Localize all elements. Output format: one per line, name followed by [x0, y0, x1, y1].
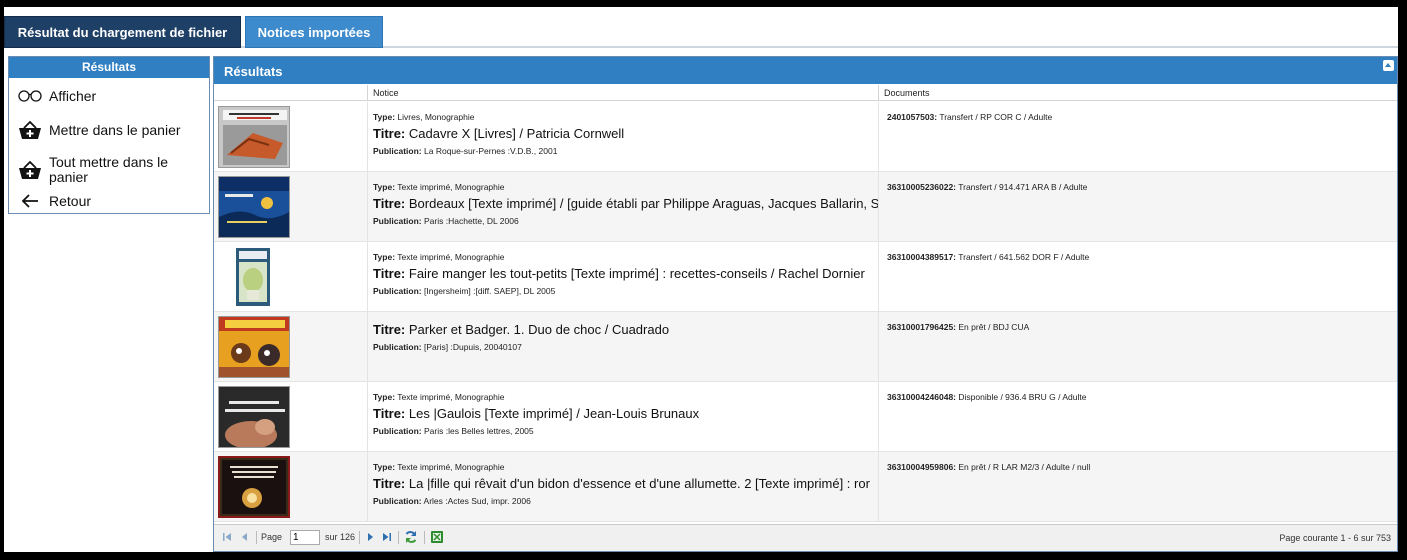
- export-excel-icon[interactable]: [430, 530, 444, 546]
- action-mettre-panier-label: Mettre dans le panier: [49, 121, 181, 138]
- toolbar-separator: [359, 531, 360, 544]
- cover-cell: [214, 242, 368, 312]
- results-grid: Type: Livres, Monographie Titre: Cadavre…: [214, 102, 1397, 524]
- basket-add-icon: [17, 120, 43, 140]
- action-retour[interactable]: Retour: [9, 191, 209, 211]
- book-cover-image: [218, 176, 290, 238]
- cover-cell: [214, 102, 368, 172]
- notice-cell: Type: Texte imprimé, Monographie Titre: …: [369, 242, 879, 312]
- results-title: Résultats: [224, 64, 283, 79]
- cover-cell: [214, 172, 368, 242]
- notice-type: Type: Texte imprimé, Monographie: [373, 252, 505, 262]
- notice-cell: Type: Texte imprimé, Monographie Titre: …: [369, 172, 879, 242]
- actions-panel-header: Résultats: [9, 57, 209, 78]
- notice-title: Titre: Bordeaux [Texte imprimé] / [guide…: [373, 196, 879, 211]
- notice-publication: Publication: Arles :Actes Sud, impr. 200…: [373, 496, 531, 506]
- notice-type: Type: Texte imprimé, Monographie: [373, 462, 505, 472]
- action-retour-label: Retour: [49, 192, 92, 209]
- notice-publication: Publication: Paris :les Belles lettres, …: [373, 426, 534, 436]
- notice-title: Titre: Cadavre X [Livres] / Patricia Cor…: [373, 126, 625, 141]
- notice-type: Type: Texte imprimé, Monographie: [373, 182, 505, 192]
- toolbar-separator: [256, 531, 257, 544]
- arrow-left-icon: [17, 193, 43, 209]
- notice-title: Titre: Les |Gaulois [Texte imprimé] / Je…: [373, 406, 700, 421]
- column-header-image: [214, 85, 368, 101]
- tab-resultat-chargement[interactable]: Résultat du chargement de fichier: [4, 16, 241, 48]
- next-page-icon[interactable]: [365, 532, 375, 544]
- action-afficher[interactable]: Afficher: [9, 85, 209, 107]
- page-label: Page: [261, 532, 283, 542]
- document-entry: 36310001796425: En prêt / BDJ CUA: [887, 322, 1030, 332]
- table-row[interactable]: Type: Texte imprimé, Monographie Titre: …: [214, 452, 1397, 522]
- document-entry: 36310004959806: En prêt / R LAR M2/3 / A…: [887, 462, 1091, 472]
- grid-column-headers: Notice Documents: [214, 85, 1397, 101]
- documents-cell: 2401057503: Transfert / RP COR C / Adult…: [880, 102, 1397, 172]
- previous-page-icon[interactable]: [240, 532, 250, 544]
- pagination-toolbar: Page sur 126 Page courante 1 - 6 sur 753: [214, 524, 1397, 551]
- documents-cell: 36310001796425: En prêt / BDJ CUA: [880, 312, 1397, 382]
- notice-cell: Type: Livres, Monographie Titre: Cadavre…: [369, 102, 879, 172]
- book-cover-image: [218, 316, 290, 378]
- page-total: sur 126: [325, 532, 356, 542]
- book-cover-image: [230, 246, 276, 308]
- basket-add-icon: [17, 160, 43, 180]
- document-entry: 36310004389517: Transfert / 641.562 DOR …: [887, 252, 1090, 262]
- action-afficher-label: Afficher: [49, 87, 97, 104]
- table-row[interactable]: Titre: Parker et Badger. 1. Duo de choc …: [214, 312, 1397, 382]
- glasses-icon: [17, 90, 43, 102]
- notice-cell: Type: Texte imprimé, Monographie Titre: …: [369, 382, 879, 452]
- action-tout-mettre-panier[interactable]: Tout mettre dans le panier: [9, 153, 209, 187]
- tab-notices-importees[interactable]: Notices importées: [245, 16, 383, 48]
- column-header-documents[interactable]: Documents: [880, 85, 1397, 101]
- documents-cell: 36310004389517: Transfert / 641.562 DOR …: [880, 242, 1397, 312]
- last-page-icon[interactable]: [382, 532, 392, 544]
- results-panel-header: Résultats: [214, 57, 1397, 84]
- document-entry: 36310005236022: Transfert / 914.471 ARA …: [887, 182, 1088, 192]
- collapse-icon[interactable]: [1383, 60, 1394, 71]
- table-row[interactable]: Type: Texte imprimé, Monographie Titre: …: [214, 382, 1397, 452]
- document-entry: 2401057503: Transfert / RP COR C / Adult…: [887, 112, 1053, 122]
- documents-cell: 36310004959806: En prêt / R LAR M2/3 / A…: [880, 452, 1397, 522]
- action-tout-mettre-panier-label: Tout mettre dans le panier: [49, 154, 169, 185]
- documents-cell: 36310004246048: Disponible / 936.4 BRU G…: [880, 382, 1397, 452]
- documents-cell: 36310005236022: Transfert / 914.471 ARA …: [880, 172, 1397, 242]
- notice-type: Type: Texte imprimé, Monographie: [373, 392, 505, 402]
- notice-type: Type: Livres, Monographie: [373, 112, 475, 122]
- notice-title: Titre: Faire manger les tout-petits [Tex…: [373, 266, 865, 281]
- notice-cell: Titre: Parker et Badger. 1. Duo de choc …: [369, 312, 879, 382]
- cover-cell: [214, 382, 368, 452]
- notice-publication: Publication: La Roque-sur-Pernes :V.D.B.…: [373, 146, 558, 156]
- page-number-input[interactable]: [290, 530, 320, 545]
- first-page-icon[interactable]: [222, 532, 232, 544]
- book-cover-image: [218, 106, 290, 168]
- cover-cell: [214, 452, 368, 522]
- results-panel: Résultats Notice Documents Type: Livres,…: [213, 56, 1398, 552]
- toolbar-separator: [398, 531, 399, 544]
- refresh-icon[interactable]: [404, 530, 418, 546]
- document-entry: 36310004246048: Disponible / 936.4 BRU G…: [887, 392, 1087, 402]
- table-row[interactable]: Type: Texte imprimé, Monographie Titre: …: [214, 172, 1397, 242]
- table-row[interactable]: Type: Texte imprimé, Monographie Titre: …: [214, 242, 1397, 312]
- cover-cell: [214, 312, 368, 382]
- notice-publication: Publication: [Ingersheim] :[diff. SAEP],…: [373, 286, 556, 296]
- toolbar-separator: [424, 531, 425, 544]
- notice-publication: Publication: Paris :Hachette, DL 2006: [373, 216, 519, 226]
- tab-bar: Résultat du chargement de fichier Notice…: [4, 7, 1398, 48]
- page-status-text: Page courante 1 - 6 sur 753: [1279, 533, 1391, 543]
- notice-title: Titre: La |fille qui rêvait d'un bidon d…: [373, 476, 870, 491]
- app-window: Résultat du chargement de fichier Notice…: [4, 7, 1398, 552]
- notice-publication: Publication: [Paris] :Dupuis, 20040107: [373, 342, 522, 352]
- notice-title: Titre: Parker et Badger. 1. Duo de choc …: [373, 322, 670, 337]
- table-row[interactable]: Type: Livres, Monographie Titre: Cadavre…: [214, 102, 1397, 172]
- action-mettre-panier[interactable]: Mettre dans le panier: [9, 115, 209, 145]
- book-cover-image: [218, 386, 290, 448]
- actions-panel: Résultats Afficher Mettre dans le panier…: [8, 56, 210, 214]
- notice-cell: Type: Texte imprimé, Monographie Titre: …: [369, 452, 879, 522]
- column-header-notice[interactable]: Notice: [369, 85, 879, 101]
- book-cover-image: [218, 456, 290, 518]
